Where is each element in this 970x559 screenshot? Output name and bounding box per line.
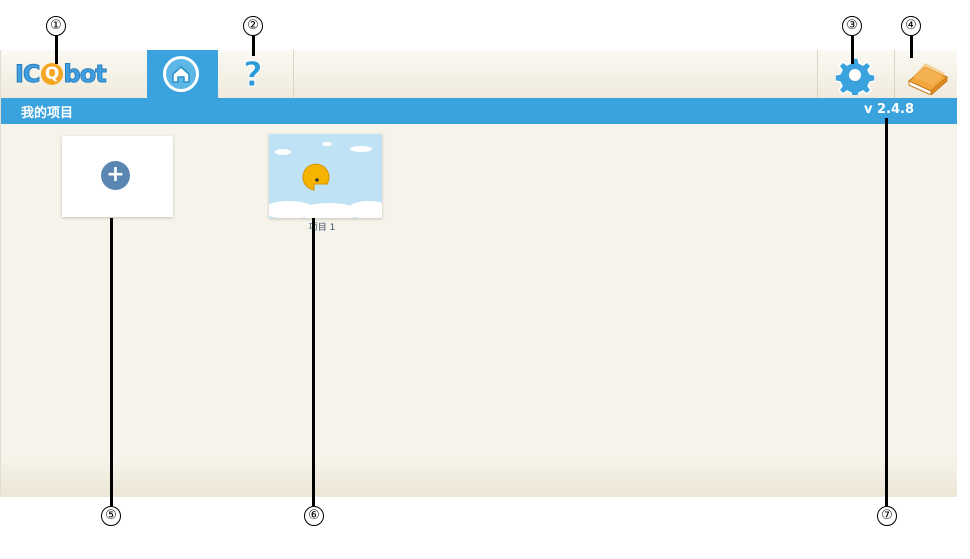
callout-line-6 [312,218,315,506]
callout-2: ② [243,16,263,36]
logo-text-prefix: IC [15,60,42,89]
callout-1: ① [46,16,66,36]
icqbot-logo: IC Q bot [15,60,108,89]
book-icon [908,63,948,95]
app-window: IC Q bot ? 我的项目 v 2.4.8 + 项目 1 [0,50,957,497]
callout-line-7 [885,118,888,506]
settings-button[interactable] [817,50,894,98]
callout-line-4 [910,36,913,58]
callout-4: ④ [901,16,921,36]
top-toolbar: IC Q bot ? [1,50,957,99]
new-project-card[interactable]: + [62,136,173,217]
callout-3: ③ [842,16,862,36]
help-button[interactable]: ? [219,50,294,98]
logo-text-suffix: bot [63,60,107,89]
callout-7: ⑦ [877,506,897,526]
help-icon: ? [243,55,264,96]
bottom-band [1,457,957,497]
project-name: 项目 1 [308,223,336,233]
title-bar: 我的项目 v 2.4.8 [1,98,957,124]
tab-home[interactable] [147,50,218,98]
version-label: v 2.4.8 [863,102,914,117]
project-thumbnail [269,134,382,218]
callout-6: ⑥ [304,506,324,526]
logo-q-mark: Q [40,63,63,85]
plus-icon: + [101,161,130,190]
callout-line-2 [252,36,255,56]
callout-line-5 [110,218,113,506]
callout-5: ⑤ [101,506,121,526]
gear-icon [835,57,875,95]
project-card[interactable] [269,134,382,218]
home-icon [163,56,199,92]
callout-line-3 [851,36,854,64]
page-title: 我的项目 [21,106,74,121]
callout-line-1 [55,36,58,64]
book-button[interactable] [894,50,958,98]
